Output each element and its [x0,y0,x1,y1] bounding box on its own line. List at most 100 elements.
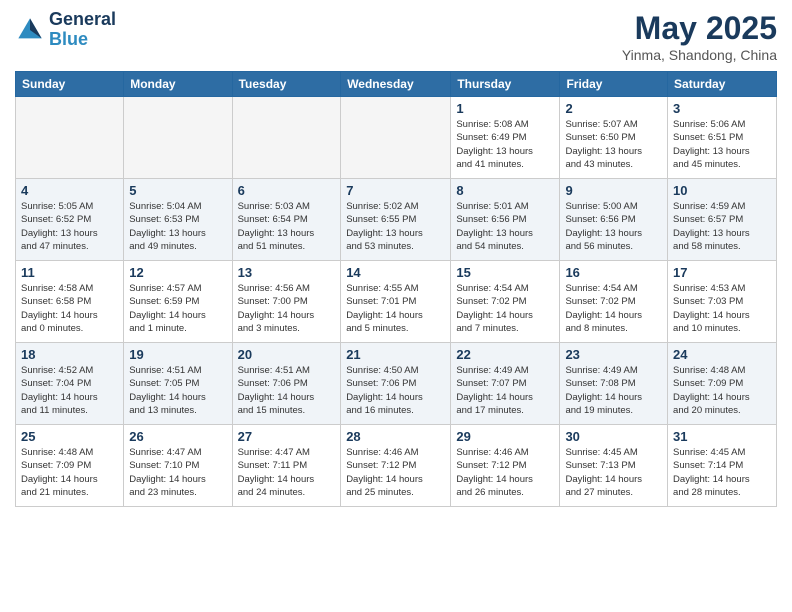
day-number: 15 [456,265,554,280]
calendar-cell: 15Sunrise: 4:54 AM Sunset: 7:02 PM Dayli… [451,261,560,343]
weekday-header: Tuesday [232,72,341,97]
calendar-cell: 14Sunrise: 4:55 AM Sunset: 7:01 PM Dayli… [341,261,451,343]
weekday-header: Wednesday [341,72,451,97]
calendar-cell: 22Sunrise: 4:49 AM Sunset: 7:07 PM Dayli… [451,343,560,425]
day-info: Sunrise: 5:05 AM Sunset: 6:52 PM Dayligh… [21,200,118,253]
calendar-cell: 29 Sunrise: 4:46 AM Sunset: 7:12 PM Dayli… [451,425,560,507]
day-number: 9 [565,183,662,198]
day-info: Sunrise: 4:51 AM Sunset: 7:05 PM Dayligh… [129,364,226,417]
day-info: Sunrise: 4:52 AM Sunset: 7:04 PM Dayligh… [21,364,118,417]
logo: General Blue [15,10,116,50]
calendar-cell: 19 Sunrise: 4:51 AM Sunset: 7:05 PM Dayli… [124,343,232,425]
day-number: 27 [238,429,336,444]
day-number: 10 [673,183,771,198]
calendar-cell: 27Sunrise: 4:47 AM Sunset: 7:11 PM Dayli… [232,425,341,507]
day-number: 13 [238,265,336,280]
day-info: Sunrise: 4:45 AM Sunset: 7:13 PM Dayligh… [565,446,662,499]
day-number: 17 [673,265,771,280]
day-info: Sunrise: 4:46 AM Sunset: 7:12 PM Dayligh… [346,446,445,499]
calendar-cell: 6 Sunrise: 5:03 AM Sunset: 6:54 PM Daylig… [232,179,341,261]
calendar-cell: 9Sunrise: 5:00 AM Sunset: 6:56 PM Daylig… [560,179,668,261]
logo-text: General Blue [49,10,116,50]
header: General Blue May 2025 Yinma, Shandong, C… [15,10,777,63]
calendar-cell: 10 Sunrise: 4:59 AM Sunset: 6:57 PM Dayli… [668,179,777,261]
calendar-cell: 23 Sunrise: 4:49 AM Sunset: 7:08 PM Dayli… [560,343,668,425]
day-number: 22 [456,347,554,362]
day-number: 16 [565,265,662,280]
calendar-cell: 4 Sunrise: 5:05 AM Sunset: 6:52 PM Daylig… [16,179,124,261]
title-area: May 2025 Yinma, Shandong, China [622,10,777,63]
calendar-cell: 1Sunrise: 5:08 AM Sunset: 6:49 PM Daylig… [451,97,560,179]
calendar-cell: 24 Sunrise: 4:48 AM Sunset: 7:09 PM Dayli… [668,343,777,425]
calendar-cell: 16 Sunrise: 4:54 AM Sunset: 7:02 PM Dayli… [560,261,668,343]
calendar-cell: 25Sunrise: 4:48 AM Sunset: 7:09 PM Dayli… [16,425,124,507]
day-number: 4 [21,183,118,198]
day-number: 8 [456,183,554,198]
day-number: 21 [346,347,445,362]
day-number: 18 [21,347,118,362]
day-info: Sunrise: 5:01 AM Sunset: 6:56 PM Dayligh… [456,200,554,253]
calendar-cell: 5Sunrise: 5:04 AM Sunset: 6:53 PM Daylig… [124,179,232,261]
day-info: Sunrise: 5:07 AM Sunset: 6:50 PM Dayligh… [565,118,662,171]
calendar-cell: 12 Sunrise: 4:57 AM Sunset: 6:59 PM Dayli… [124,261,232,343]
calendar-week-row: 18 Sunrise: 4:52 AM Sunset: 7:04 PM Dayli… [16,343,777,425]
day-number: 24 [673,347,771,362]
day-info: Sunrise: 4:58 AM Sunset: 6:58 PM Dayligh… [21,282,118,335]
calendar-week-row: 1Sunrise: 5:08 AM Sunset: 6:49 PM Daylig… [16,97,777,179]
calendar-week-row: 11 Sunrise: 4:58 AM Sunset: 6:58 PM Dayli… [16,261,777,343]
day-info: Sunrise: 4:45 AM Sunset: 7:14 PM Dayligh… [673,446,771,499]
calendar-cell: 13 Sunrise: 4:56 AM Sunset: 7:00 PM Dayli… [232,261,341,343]
day-info: Sunrise: 4:49 AM Sunset: 7:08 PM Dayligh… [565,364,662,417]
day-number: 29 [456,429,554,444]
day-info: Sunrise: 4:51 AM Sunset: 7:06 PM Dayligh… [238,364,336,417]
calendar-cell: 3 Sunrise: 5:06 AM Sunset: 6:51 PM Daylig… [668,97,777,179]
day-info: Sunrise: 4:56 AM Sunset: 7:00 PM Dayligh… [238,282,336,335]
day-number: 14 [346,265,445,280]
day-number: 6 [238,183,336,198]
day-info: Sunrise: 5:08 AM Sunset: 6:49 PM Dayligh… [456,118,554,171]
day-info: Sunrise: 4:54 AM Sunset: 7:02 PM Dayligh… [565,282,662,335]
day-number: 20 [238,347,336,362]
month-title: May 2025 [622,10,777,47]
day-info: Sunrise: 5:04 AM Sunset: 6:53 PM Dayligh… [129,200,226,253]
weekday-header: Thursday [451,72,560,97]
calendar-header-row: SundayMondayTuesdayWednesdayThursdayFrid… [16,72,777,97]
calendar-cell: 30 Sunrise: 4:45 AM Sunset: 7:13 PM Dayli… [560,425,668,507]
day-number: 23 [565,347,662,362]
calendar-cell: 20 Sunrise: 4:51 AM Sunset: 7:06 PM Dayli… [232,343,341,425]
day-number: 31 [673,429,771,444]
day-info: Sunrise: 4:57 AM Sunset: 6:59 PM Dayligh… [129,282,226,335]
weekday-header: Saturday [668,72,777,97]
day-info: Sunrise: 4:46 AM Sunset: 7:12 PM Dayligh… [456,446,554,499]
day-info: Sunrise: 5:02 AM Sunset: 6:55 PM Dayligh… [346,200,445,253]
day-number: 25 [21,429,118,444]
day-number: 30 [565,429,662,444]
day-number: 11 [21,265,118,280]
day-number: 7 [346,183,445,198]
day-info: Sunrise: 5:03 AM Sunset: 6:54 PM Dayligh… [238,200,336,253]
day-number: 3 [673,101,771,116]
calendar-cell: 11 Sunrise: 4:58 AM Sunset: 6:58 PM Dayli… [16,261,124,343]
day-info: Sunrise: 4:48 AM Sunset: 7:09 PM Dayligh… [673,364,771,417]
calendar-week-row: 4 Sunrise: 5:05 AM Sunset: 6:52 PM Daylig… [16,179,777,261]
calendar-cell: 8 Sunrise: 5:01 AM Sunset: 6:56 PM Daylig… [451,179,560,261]
calendar-cell: 2 Sunrise: 5:07 AM Sunset: 6:50 PM Daylig… [560,97,668,179]
calendar-cell: 21Sunrise: 4:50 AM Sunset: 7:06 PM Dayli… [341,343,451,425]
day-number: 2 [565,101,662,116]
day-info: Sunrise: 4:59 AM Sunset: 6:57 PM Dayligh… [673,200,771,253]
day-number: 19 [129,347,226,362]
weekday-header: Sunday [16,72,124,97]
page: General Blue May 2025 Yinma, Shandong, C… [0,0,792,612]
day-number: 28 [346,429,445,444]
logo-icon [15,15,45,45]
day-info: Sunrise: 5:06 AM Sunset: 6:51 PM Dayligh… [673,118,771,171]
location-subtitle: Yinma, Shandong, China [622,47,777,63]
weekday-header: Friday [560,72,668,97]
calendar-cell [341,97,451,179]
calendar-week-row: 25Sunrise: 4:48 AM Sunset: 7:09 PM Dayli… [16,425,777,507]
day-number: 12 [129,265,226,280]
weekday-header: Monday [124,72,232,97]
calendar-cell: 26Sunrise: 4:47 AM Sunset: 7:10 PM Dayli… [124,425,232,507]
logo-line1: General [49,10,116,30]
calendar-cell [232,97,341,179]
